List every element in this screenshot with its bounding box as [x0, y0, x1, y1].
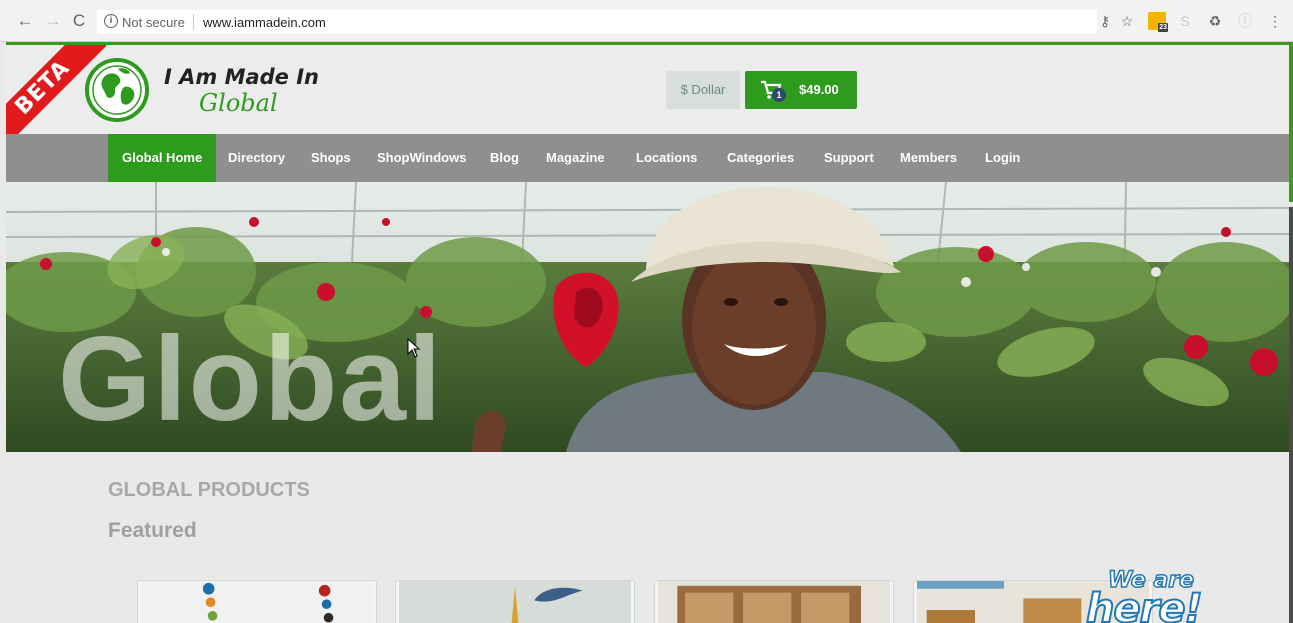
logo-title[interactable]: I Am Made In: [164, 65, 319, 89]
nav-locations[interactable]: Locations: [622, 134, 711, 182]
mouse-cursor-icon: [407, 338, 421, 358]
forward-arrow-icon[interactable]: →: [44, 11, 62, 31]
product-card[interactable]: [654, 580, 894, 623]
hero-overlay-word: Global: [58, 312, 444, 446]
recycle-extension-icon[interactable]: ♻: [1206, 12, 1224, 30]
section-title: GLOBAL PRODUCTS: [108, 479, 310, 501]
product-card[interactable]: [395, 580, 635, 623]
scrollbar[interactable]: [1289, 42, 1293, 623]
back-arrow-icon[interactable]: ←: [16, 11, 34, 31]
product-image: [141, 581, 373, 623]
nav-shops[interactable]: Shops: [297, 134, 365, 182]
web-page: BETA I Am Made In Global $ Dollar 1 $49.…: [6, 42, 1289, 623]
nav-directory[interactable]: Directory: [214, 134, 299, 182]
cart-count-badge: 1: [772, 88, 786, 102]
site-header: BETA I Am Made In Global $ Dollar 1 $49.…: [6, 45, 1289, 145]
nav-members[interactable]: Members: [886, 134, 971, 182]
calendar-badge: 23: [1158, 23, 1168, 32]
key-icon[interactable]: ⚷: [1096, 12, 1114, 30]
nav-global-home[interactable]: Global Home: [108, 134, 217, 182]
info-icon[interactable]: i: [104, 14, 118, 28]
skype-extension-icon[interactable]: S: [1176, 12, 1194, 30]
info-extension-icon[interactable]: ⓘ: [1236, 12, 1254, 30]
nav-categories[interactable]: Categories: [713, 134, 808, 182]
address-bar[interactable]: i Not secure www.iammadein.com: [97, 10, 1097, 34]
browser-toolbar: ← → C i Not secure www.iammadein.com ⚷ ☆…: [0, 0, 1293, 42]
product-card[interactable]: [137, 580, 377, 623]
reload-icon[interactable]: C: [70, 11, 88, 31]
calendar-extension-icon[interactable]: 23: [1148, 12, 1168, 32]
we-are-here-badge[interactable]: We are here!: [1085, 564, 1226, 623]
nav-blog[interactable]: Blog: [476, 134, 533, 182]
nav-login[interactable]: Login: [971, 134, 1034, 182]
currency-button[interactable]: $ Dollar: [666, 71, 740, 109]
logo-subtitle[interactable]: Global: [199, 89, 278, 117]
nav-magazine[interactable]: Magazine: [532, 134, 619, 182]
scroll-thumb[interactable]: [1289, 207, 1293, 623]
star-icon[interactable]: ☆: [1118, 12, 1136, 30]
product-image: [658, 581, 890, 623]
menu-dots-icon[interactable]: ⋮: [1266, 12, 1284, 30]
main-navigation: Global Home Directory Shops ShopWindows …: [6, 134, 1289, 182]
security-label: Not secure: [122, 15, 185, 30]
omnibox-divider: [193, 14, 194, 30]
nav-shopwindows[interactable]: ShopWindows: [363, 134, 480, 182]
hero-banner: Global: [6, 182, 1289, 452]
product-image: [399, 581, 631, 623]
globe-logo-icon[interactable]: [84, 57, 150, 123]
cart-total: $49.00: [799, 82, 839, 97]
scroll-accent: [1289, 42, 1293, 202]
cart-button[interactable]: 1 $49.00: [745, 71, 857, 109]
nav-support[interactable]: Support: [810, 134, 888, 182]
badge-line-2: here!: [1085, 585, 1204, 623]
section-subheading: Featured: [108, 519, 197, 542]
url-text[interactable]: www.iammadein.com: [203, 15, 326, 30]
